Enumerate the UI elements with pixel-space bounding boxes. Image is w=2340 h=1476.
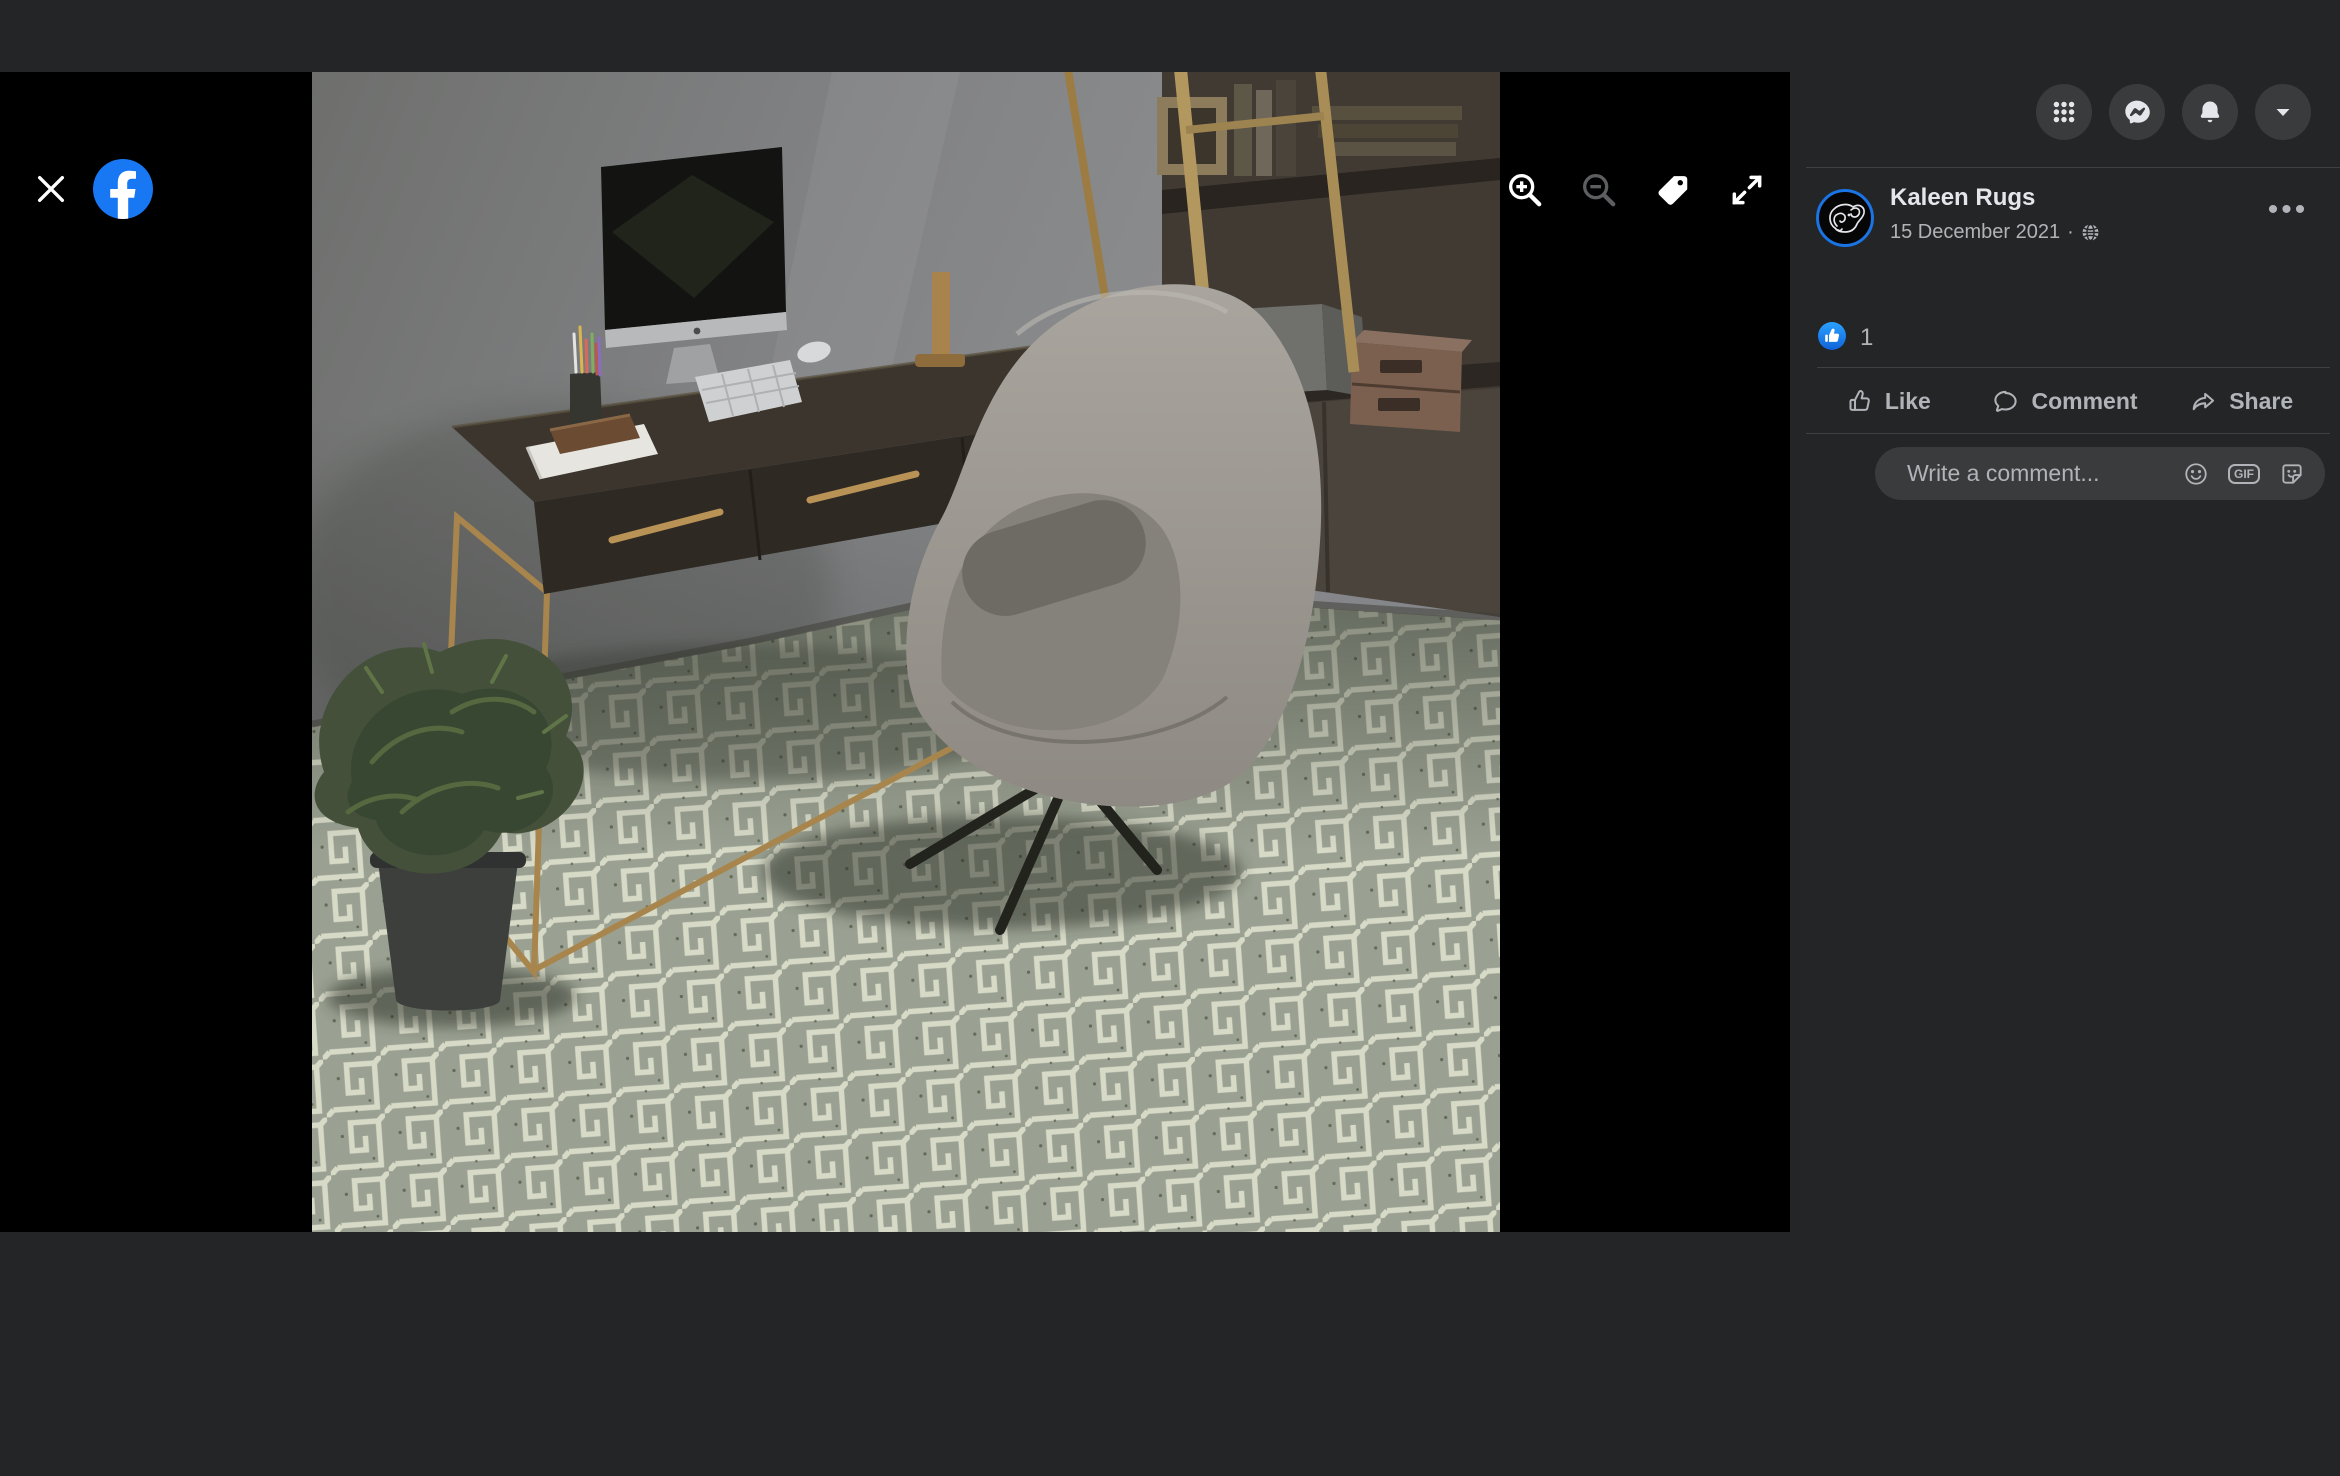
apps-menu-button[interactable] xyxy=(2036,84,2092,140)
fullscreen-button[interactable] xyxy=(1725,167,1769,213)
zoom-out-button[interactable] xyxy=(1577,167,1621,213)
avatar[interactable] xyxy=(1815,188,1875,248)
share-button-label: Share xyxy=(2229,388,2293,415)
comment-icon xyxy=(1992,388,2019,415)
comment-button-label: Comment xyxy=(2031,388,2137,415)
messenger-icon xyxy=(2123,98,2151,126)
tag-photo-button[interactable] xyxy=(1651,167,1695,213)
close-photo-button[interactable] xyxy=(30,168,72,210)
tag-icon xyxy=(1654,171,1692,209)
notifications-button[interactable] xyxy=(2182,84,2238,140)
notifications-icon xyxy=(2196,98,2224,126)
fullscreen-icon xyxy=(1728,171,1766,209)
header-divider xyxy=(1806,167,2340,168)
comment-button[interactable]: Comment xyxy=(1977,372,2154,430)
top-nav xyxy=(2036,84,2311,140)
zoom-out-icon xyxy=(1579,170,1619,210)
facebook-logo-icon xyxy=(93,159,153,219)
messenger-button[interactable] xyxy=(2109,84,2165,140)
globe-icon xyxy=(2081,223,2100,242)
reactions-divider xyxy=(1817,367,2330,368)
like-badge-icon xyxy=(1818,322,1846,350)
post-timestamp[interactable]: 15 December 2021 xyxy=(1890,221,2060,244)
zoom-in-button[interactable] xyxy=(1503,167,1547,213)
account-menu-button[interactable] xyxy=(2255,84,2311,140)
comment-input[interactable] xyxy=(1905,459,2183,488)
share-button[interactable]: Share xyxy=(2153,372,2330,430)
close-icon xyxy=(34,172,68,206)
like-icon xyxy=(1846,388,1873,415)
timestamp-separator: · xyxy=(2067,221,2074,244)
emoji-icon[interactable] xyxy=(2183,461,2209,487)
like-count[interactable]: 1 xyxy=(1860,324,1873,352)
composer-icons: GIF xyxy=(2183,461,2305,487)
actions-divider xyxy=(1806,433,2330,434)
photo-viewer xyxy=(0,72,1790,1232)
apps-menu-icon xyxy=(2051,99,2077,125)
facebook-logo[interactable] xyxy=(93,159,153,219)
zoom-in-icon xyxy=(1505,170,1545,210)
post-author[interactable]: Kaleen Rugs xyxy=(1890,184,2035,212)
post-photo[interactable] xyxy=(312,72,1500,1232)
like-button[interactable]: Like xyxy=(1800,372,1977,430)
sticker-icon[interactable] xyxy=(2279,461,2305,487)
facebook-photo-viewer-page: Kaleen Rugs 15 December 2021 · ••• xyxy=(0,0,2340,1476)
comment-composer[interactable]: GIF xyxy=(1875,447,2325,500)
photo-controls xyxy=(1503,167,1769,213)
share-icon xyxy=(2190,388,2217,415)
chevron-down-icon xyxy=(2271,100,2295,124)
like-reaction-badge[interactable] xyxy=(1818,322,1846,350)
gif-icon[interactable]: GIF xyxy=(2228,464,2260,484)
post-more-button[interactable]: ••• xyxy=(2256,190,2320,230)
like-button-label: Like xyxy=(1885,388,1931,415)
post-meta: 15 December 2021 · xyxy=(1890,221,2100,244)
post-actions: Like Comment Share xyxy=(1800,372,2330,430)
post-photo-image[interactable] xyxy=(312,72,1500,1232)
more-icon: ••• xyxy=(2268,205,2309,215)
kaleen-rugs-avatar-icon xyxy=(1815,188,1875,248)
